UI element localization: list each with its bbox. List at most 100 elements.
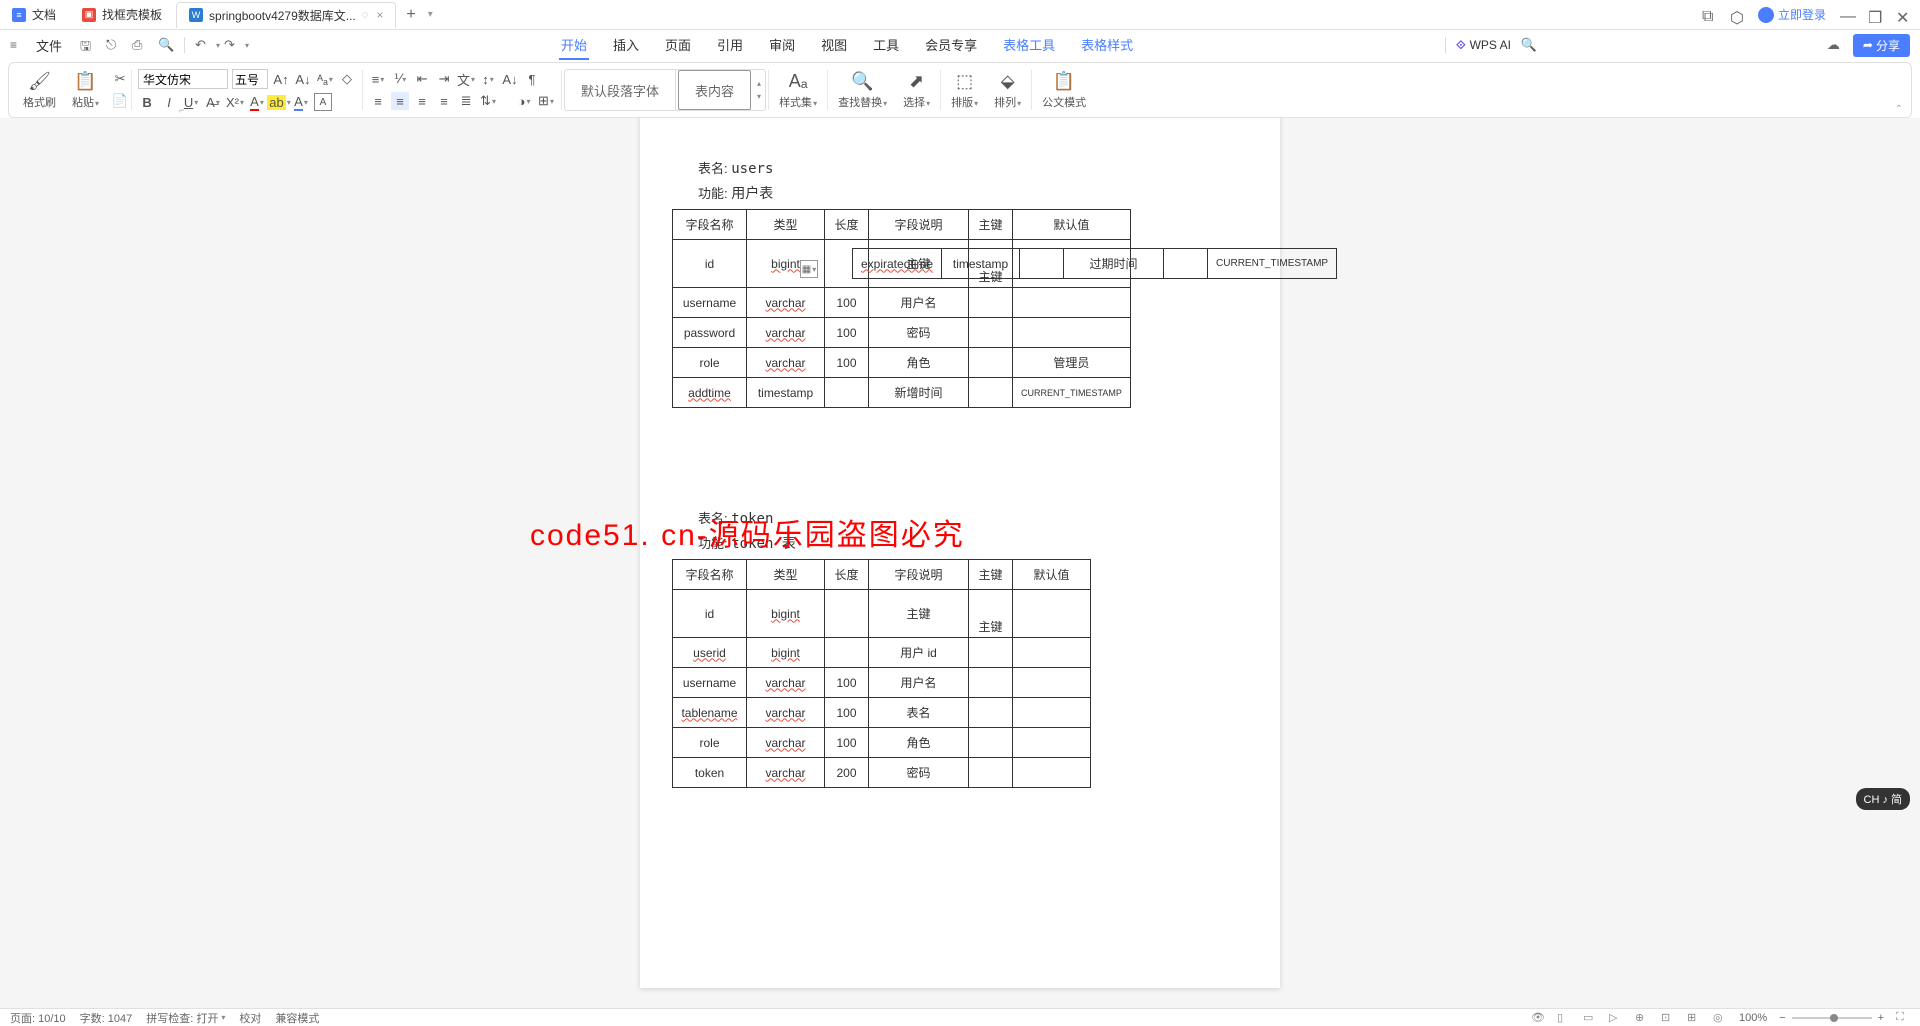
style-up-icon[interactable]: ▴: [757, 79, 761, 88]
align-center-icon[interactable]: ≡: [391, 92, 409, 110]
tab-springboot[interactable]: W springbootv4279数据库文... ◌ ×: [176, 2, 396, 28]
zoom-value[interactable]: 100%: [1739, 1012, 1767, 1024]
table-token[interactable]: 字段名称类型长度字段说明主键默认值 idbigint主键主键 useridbig…: [672, 559, 1091, 788]
font-name-select[interactable]: [138, 69, 228, 89]
shading-icon[interactable]: ◑▾: [515, 92, 533, 110]
align-right-icon[interactable]: ≡: [413, 92, 431, 110]
tab-template[interactable]: ▣ 找框壳模板: [70, 2, 174, 28]
nav-icon[interactable]: ▷: [1609, 1011, 1623, 1025]
format-brush-group[interactable]: 🖌 格式刷: [15, 63, 64, 117]
tab-docs[interactable]: ≡ 文档: [0, 2, 68, 28]
border-icon[interactable]: ⊞▾: [537, 92, 555, 110]
tab-add-button[interactable]: +: [398, 6, 423, 24]
menu-member[interactable]: 会员专享: [923, 31, 979, 60]
shrink-font-icon[interactable]: A↓: [294, 70, 312, 88]
table-layout-icon[interactable]: ▦▾: [800, 260, 818, 278]
justify-icon[interactable]: ≡: [435, 92, 453, 110]
print-icon[interactable]: ⎙: [132, 37, 148, 53]
menu-view[interactable]: 视图: [819, 31, 849, 60]
search-icon[interactable]: 🔍: [1521, 37, 1537, 53]
italic-icon[interactable]: I: [160, 93, 178, 111]
zoom-out-icon[interactable]: −: [1779, 1012, 1785, 1024]
menu-table-style[interactable]: 表格样式: [1079, 31, 1135, 60]
decrease-indent-icon[interactable]: ⇤: [413, 70, 431, 88]
char-shade-icon[interactable]: A▾: [292, 93, 310, 111]
document-area[interactable]: 表名: users 功能: 用户表 字段名称 类型 长度 字段说明 主键 默认值…: [0, 118, 1920, 1008]
status-page[interactable]: 页面: 10/10: [10, 1010, 66, 1026]
save-icon[interactable]: 🖫: [80, 37, 96, 53]
clipboard-expand-icon[interactable]: ⌐: [179, 105, 184, 115]
clear-format-icon[interactable]: ◇: [338, 70, 356, 88]
close-icon[interactable]: ✕: [1896, 8, 1910, 22]
wps-ai-button[interactable]: ⟐ WPS AI: [1456, 38, 1511, 53]
ribbon-expand-icon[interactable]: ⌃: [1895, 104, 1903, 115]
menu-insert[interactable]: 插入: [611, 31, 641, 60]
char-border-icon[interactable]: A: [314, 93, 332, 111]
tab-dropdown[interactable]: ▾: [428, 9, 433, 20]
style-set-group[interactable]: Aₐ 样式集▾: [771, 63, 825, 117]
table-continued[interactable]: expiratedtime timestamp 过期时间 CURRENT_TIM…: [852, 248, 1337, 279]
menu-page[interactable]: 页面: [663, 31, 693, 60]
line-spacing-icon[interactable]: ⇅▾: [479, 92, 497, 110]
copy-icon[interactable]: 📄: [111, 92, 129, 110]
text-direction-icon[interactable]: 文▾: [457, 70, 475, 88]
cloud-icon[interactable]: ☁: [1827, 37, 1843, 53]
number-list-icon[interactable]: ⅟▾: [391, 70, 409, 88]
zoom-slider[interactable]: − +: [1779, 1012, 1884, 1024]
style-down-icon[interactable]: ▾: [757, 92, 761, 101]
menu-review[interactable]: 审阅: [767, 31, 797, 60]
menu-ref[interactable]: 引用: [715, 31, 745, 60]
font-color-icon[interactable]: A▾: [248, 93, 266, 111]
menu-start[interactable]: 开始: [559, 31, 589, 60]
bold-icon[interactable]: B: [138, 93, 156, 111]
find-replace-group[interactable]: 🔍 查找替换▾: [830, 63, 895, 117]
redo-dropdown[interactable]: ▾: [245, 41, 249, 50]
underline-icon[interactable]: U▾: [182, 93, 200, 111]
bullet-list-icon[interactable]: ≡▾: [369, 70, 387, 88]
official-group[interactable]: 📋 公文模式: [1034, 63, 1094, 117]
style-content[interactable]: 表内容: [678, 70, 751, 110]
style-default[interactable]: 默认段落字体: [565, 70, 676, 110]
file-menu[interactable]: 文件: [28, 36, 70, 55]
change-case-icon[interactable]: ᴬₐ▾: [316, 70, 334, 88]
highlight-icon[interactable]: ab▾: [270, 93, 288, 111]
link-icon[interactable]: ⎋: [106, 37, 122, 53]
strike-icon[interactable]: A̶▾: [204, 93, 222, 111]
status-words[interactable]: 字数: 1047: [80, 1010, 133, 1026]
preview-icon[interactable]: 🔍: [158, 37, 174, 53]
window-copy-icon[interactable]: ⧉: [1702, 8, 1716, 22]
menu-tool[interactable]: 工具: [871, 31, 901, 60]
read-view-icon[interactable]: ▭: [1583, 1011, 1597, 1025]
tab-close[interactable]: ×: [376, 8, 383, 22]
minimize-icon[interactable]: —: [1840, 8, 1854, 22]
fit-width-icon[interactable]: ⊞: [1687, 1011, 1701, 1025]
undo-dropdown[interactable]: ▾: [216, 41, 220, 50]
view-icon[interactable]: ◎: [1713, 1011, 1727, 1025]
zoom-in-icon[interactable]: +: [1878, 1012, 1884, 1024]
fullscreen-icon[interactable]: ⛶: [1896, 1011, 1910, 1025]
style-gallery[interactable]: 默认段落字体 表内容 ▴ ▾: [564, 69, 766, 111]
grow-font-icon[interactable]: A↑: [272, 70, 290, 88]
web-view-icon[interactable]: ⊕: [1635, 1011, 1649, 1025]
share-button[interactable]: ➦ 分享: [1853, 34, 1910, 57]
paste-group[interactable]: 📋 粘贴▾: [64, 63, 107, 117]
eye-icon[interactable]: 👁: [1531, 1011, 1545, 1025]
login-button[interactable]: 立即登录: [1758, 6, 1826, 23]
increase-indent-icon[interactable]: ⇥: [435, 70, 453, 88]
page-view-icon[interactable]: ▯: [1557, 1011, 1571, 1025]
status-spellcheck[interactable]: 拼写检查: 打开 ▾: [146, 1010, 225, 1026]
status-proof[interactable]: 校对: [239, 1010, 261, 1026]
asian-layout-icon[interactable]: ↕▾: [479, 70, 497, 88]
select-group[interactable]: ⬈ 选择▾: [895, 63, 938, 117]
show-marks-icon[interactable]: ¶: [523, 70, 541, 88]
arrange-group[interactable]: ⬙ 排列▾: [986, 63, 1029, 117]
cut-icon[interactable]: ✂: [111, 70, 129, 88]
font-size-select[interactable]: [232, 69, 268, 89]
outline-icon[interactable]: ⊡: [1661, 1011, 1675, 1025]
maximize-icon[interactable]: ❐: [1868, 8, 1882, 22]
undo-icon[interactable]: ↶: [195, 37, 211, 53]
redo-icon[interactable]: ↷: [224, 37, 240, 53]
align-left-icon[interactable]: ≡: [369, 92, 387, 110]
box-icon[interactable]: ⬡: [1730, 8, 1744, 22]
sort-icon[interactable]: A↓: [501, 70, 519, 88]
